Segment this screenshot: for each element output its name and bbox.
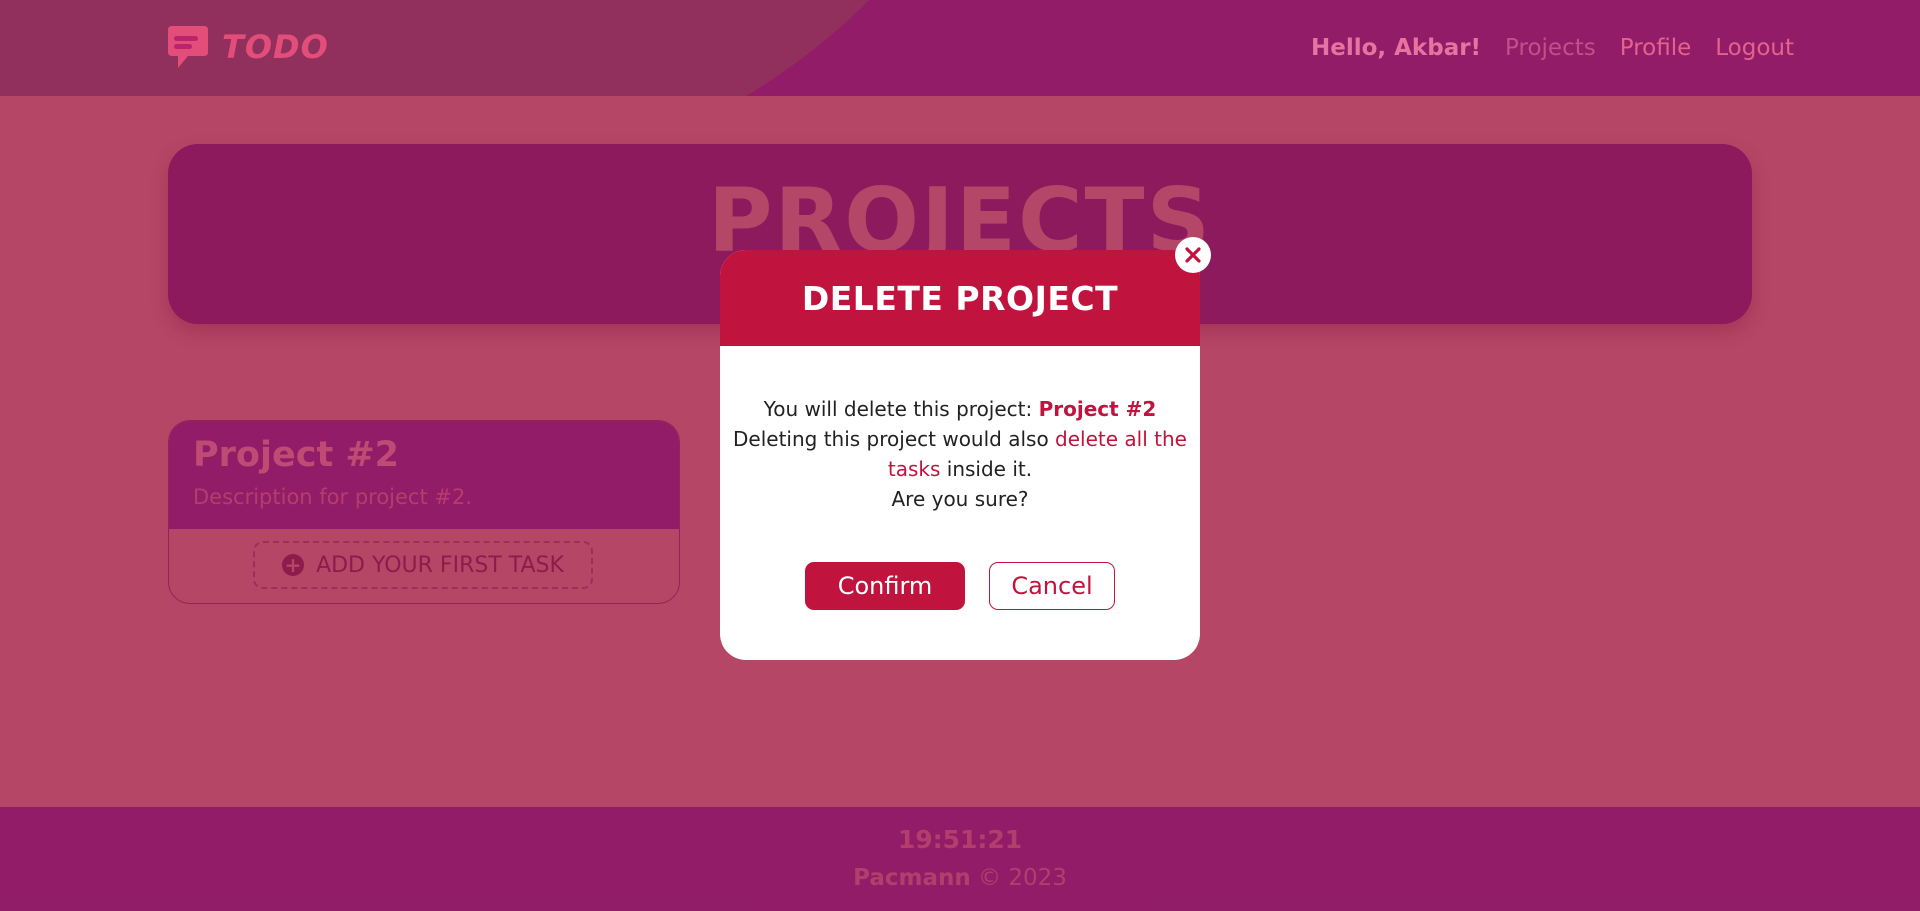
logo-text: TODO bbox=[222, 28, 329, 66]
modal-line-2-suffix: inside it. bbox=[946, 457, 1033, 481]
modal-line-2-prefix: Deleting this project would also bbox=[733, 427, 1049, 451]
modal-line-1: You will delete this project: Project #2 bbox=[720, 394, 1200, 424]
greeting-text: Hello, Akbar! bbox=[1310, 35, 1482, 61]
delete-project-modal: DELETE PROJECT You will delete this proj… bbox=[720, 250, 1200, 660]
modal-header: DELETE PROJECT bbox=[720, 250, 1200, 346]
nav-link-profile[interactable]: Profile bbox=[1620, 35, 1692, 61]
modal-project-name: Project #2 bbox=[1038, 397, 1157, 421]
modal-body: You will delete this project: Project #2… bbox=[720, 346, 1200, 514]
nav-links: Hello, Akbar! Projects Profile Logout bbox=[1311, 0, 1794, 96]
chat-bubble-logo-icon bbox=[168, 26, 208, 68]
modal-line-2: Deleting this project would also delete … bbox=[720, 424, 1200, 484]
close-modal-button[interactable] bbox=[1175, 237, 1211, 273]
modal-title: DELETE PROJECT bbox=[801, 278, 1119, 318]
modal-question: Are you sure? bbox=[891, 487, 1029, 511]
cancel-button[interactable]: Cancel bbox=[989, 562, 1115, 610]
confirm-button[interactable]: Confirm bbox=[805, 562, 965, 610]
close-icon bbox=[1185, 247, 1201, 263]
modal-line-1-prefix: You will delete this project: bbox=[763, 397, 1033, 421]
nav-link-logout[interactable]: Logout bbox=[1715, 35, 1794, 61]
nav-link-projects[interactable]: Projects bbox=[1505, 35, 1596, 61]
modal-actions: Confirm Cancel bbox=[720, 562, 1200, 610]
logo[interactable]: TODO bbox=[166, 24, 329, 70]
